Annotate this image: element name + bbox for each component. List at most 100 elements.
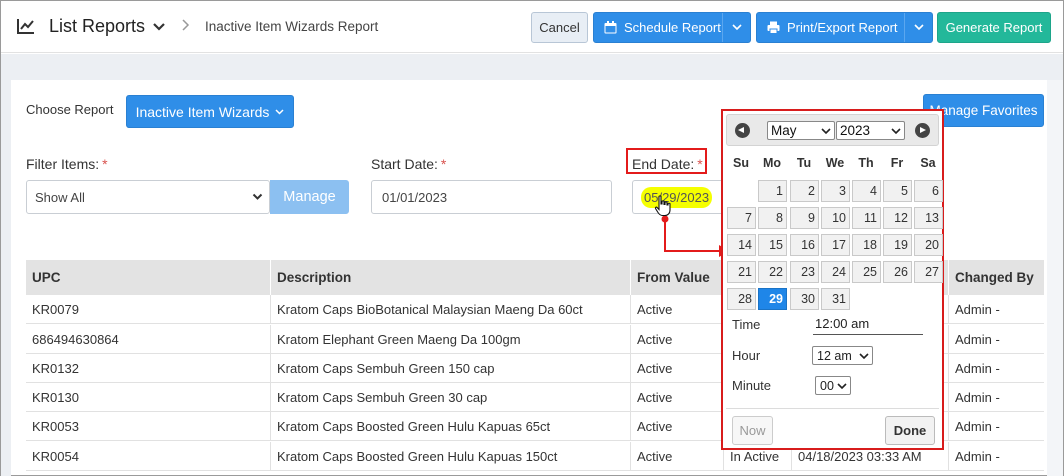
chevron-right-icon [182, 19, 190, 31]
calendar-day-selected[interactable]: 29 [758, 288, 787, 310]
filter-items-select[interactable]: Show All [26, 180, 270, 214]
cell-from-value: Active [631, 442, 724, 471]
required-mark: * [440, 156, 447, 172]
calendar-day[interactable]: 17 [821, 234, 850, 256]
calendar-day[interactable]: 16 [790, 234, 819, 256]
weekday-header: Mo [762, 156, 782, 170]
choose-report-dropdown[interactable]: Inactive Item Wizards [126, 95, 294, 128]
cell-upc: KR0054 [26, 442, 271, 471]
calendar-day[interactable]: 11 [852, 207, 881, 229]
calendar-day[interactable]: 1 [758, 180, 787, 202]
top-bar: List Reports Inactive Item Wizards Repor… [1, 1, 1063, 53]
minute-value: 00 [820, 378, 834, 393]
column-header-upc[interactable]: UPC [26, 260, 271, 295]
annotation-arrow [661, 215, 729, 257]
done-button[interactable]: Done [885, 416, 935, 445]
end-date-value: 05/29/2023 [641, 186, 713, 208]
cell-changed-by: Admin - [955, 302, 1000, 317]
datepicker-popup: May 2023 Su Mo Tu We Th Fr Sa 1 2 3 4 5 6 7 8 9 10 11 12 1… [721, 109, 944, 450]
calendar-day[interactable]: 27 [914, 261, 943, 283]
month-select[interactable]: May [767, 121, 835, 140]
next-month-icon[interactable] [915, 123, 930, 138]
calendar-day[interactable]: 2 [790, 180, 819, 202]
calendar-day[interactable]: 19 [883, 234, 912, 256]
cancel-button[interactable]: Cancel [531, 12, 588, 43]
cell-changed-by: Admin - [955, 361, 1000, 376]
calendar-day[interactable]: 12 [883, 207, 912, 229]
calendar-day[interactable]: 8 [758, 207, 787, 229]
cell-changed-by: Admin - [955, 419, 1000, 434]
weekday-header: Su [733, 156, 749, 170]
calendar-day[interactable]: 30 [790, 288, 819, 310]
year-select[interactable]: 2023 [836, 121, 905, 140]
time-label: Time [732, 317, 761, 332]
calendar-day[interactable]: 13 [914, 207, 943, 229]
calendar-day[interactable]: 26 [883, 261, 912, 283]
column-header-description[interactable]: Description [271, 260, 631, 295]
schedule-report-label: Schedule Report [624, 20, 721, 35]
month-value: May [771, 123, 797, 138]
calendar-day[interactable]: 31 [821, 288, 850, 310]
calendar-day[interactable]: 3 [821, 180, 850, 202]
year-value: 2023 [840, 123, 871, 138]
chevron-down-icon [859, 353, 869, 360]
now-button[interactable]: Now [732, 416, 773, 445]
schedule-dropdown-toggle[interactable] [722, 13, 750, 42]
calendar-day[interactable]: 5 [883, 180, 912, 202]
calendar-day[interactable]: 9 [790, 207, 819, 229]
calendar-day[interactable]: 23 [790, 261, 819, 283]
hour-select[interactable]: 12 am [812, 346, 873, 365]
print-export-button[interactable]: Print/Export Report [756, 12, 933, 43]
calendar-day[interactable]: 25 [852, 261, 881, 283]
calendar-day[interactable]: 18 [852, 234, 881, 256]
calendar-day[interactable]: 15 [758, 234, 787, 256]
cell-changed-by: Admin - [955, 449, 1000, 464]
calendar-day[interactable]: 14 [727, 234, 756, 256]
page-title[interactable]: List Reports [49, 16, 145, 37]
cell-description: Kratom Caps Boosted Green Hulu Kapuas 65… [271, 412, 631, 441]
column-header-changed-by[interactable]: Changed By [949, 260, 1044, 295]
print-dropdown-toggle[interactable] [904, 13, 932, 42]
schedule-report-button[interactable]: Schedule Report [593, 12, 751, 43]
hour-label: Hour [732, 348, 761, 363]
end-date-input[interactable]: 05/29/2023 [632, 180, 724, 214]
filter-items-value: Show All [35, 189, 85, 205]
cell-upc: KR0130 [26, 383, 271, 412]
weekday-header: We [825, 156, 845, 170]
start-date-value: 01/01/2023 [382, 189, 448, 205]
right-scrollbar[interactable] [1047, 80, 1063, 476]
choose-report-label: Choose Report [26, 102, 114, 117]
breadcrumb: Inactive Item Wizards Report [205, 19, 379, 34]
cell-upc: KR0132 [26, 354, 271, 383]
weekday-header: Tu [796, 156, 812, 170]
calendar-day[interactable]: 24 [821, 261, 850, 283]
start-date-input[interactable]: 01/01/2023 [371, 180, 612, 214]
calendar-day[interactable]: 4 [852, 180, 881, 202]
calendar-day[interactable]: 20 [914, 234, 943, 256]
calendar-day[interactable]: 6 [914, 180, 943, 202]
calendar-day[interactable]: 21 [727, 261, 756, 283]
cell-description: Kratom Caps Sembuh Green 30 cap [271, 383, 631, 412]
calendar-day[interactable]: 10 [821, 207, 850, 229]
generate-report-button[interactable]: Generate Report [937, 12, 1051, 43]
minute-select[interactable]: 00 [815, 376, 851, 395]
end-date-annotation-box [626, 148, 707, 174]
chevron-down-icon [837, 383, 847, 390]
calendar-day[interactable]: 28 [727, 288, 756, 310]
cell-from-value: Active [631, 325, 724, 354]
left-gutter [1, 80, 11, 476]
calendar-icon [604, 21, 617, 34]
calendar-day[interactable]: 22 [758, 261, 787, 283]
hand-cursor-icon [654, 195, 671, 217]
minute-label: Minute [732, 378, 772, 393]
chevron-down-icon [731, 24, 742, 31]
cell-changed-by: Admin - [955, 390, 1000, 405]
cell-from-value: Active [631, 354, 724, 383]
chevron-down-icon[interactable] [152, 21, 166, 33]
line-chart-icon [17, 19, 34, 34]
calendar-day[interactable]: 7 [727, 207, 756, 229]
weekday-header: Sa [920, 156, 936, 170]
column-header-from-value[interactable]: From Value [631, 260, 724, 295]
manage-button[interactable]: Manage [270, 180, 349, 214]
prev-month-icon[interactable] [735, 123, 750, 138]
